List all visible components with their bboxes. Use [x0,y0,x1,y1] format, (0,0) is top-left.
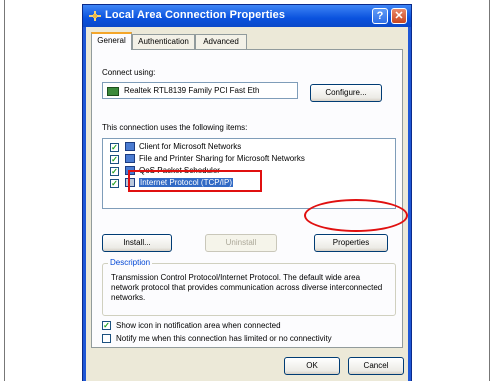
description-group: Description Transmission Control Protoco… [102,258,396,316]
list-item-file-sharing[interactable]: ✓ File and Printer Sharing for Microsoft… [103,153,395,165]
tab-authentication[interactable]: Authentication [132,34,195,49]
notify-label: Notify me when this connection has limit… [116,334,332,343]
tcpip-highlight-box [128,170,262,192]
item-label: File and Printer Sharing for Microsoft N… [139,154,305,163]
description-text: Transmission Control Protocol/Internet P… [111,273,383,302]
printer-sharing-icon [125,154,135,163]
items-label: This connection uses the following items… [102,123,248,132]
network-connection-icon [89,11,101,21]
item-checkbox[interactable]: ✓ [110,155,119,164]
tab-general[interactable]: General [91,32,132,50]
install-button[interactable]: Install... [102,234,172,252]
close-button[interactable]: ✕ [391,8,407,24]
configure-button[interactable]: Configure... [310,84,382,102]
help-button[interactable]: ? [372,8,388,24]
uninstall-button[interactable]: Uninstall [205,234,277,252]
description-legend: Description [108,258,153,267]
list-item-client[interactable]: ✓ Client for Microsoft Networks [103,141,395,153]
adapter-field: Realtek RTL8139 Family PCI Fast Eth [102,82,298,99]
tab-advanced[interactable]: Advanced [195,34,247,49]
properties-dialog: Local Area Connection Properties ? ✕ Gen… [82,4,412,381]
properties-button[interactable]: Properties [314,234,388,252]
show-icon-label: Show icon in notification area when conn… [116,321,281,330]
adapter-name: Realtek RTL8139 Family PCI Fast Eth [124,86,260,95]
item-checkbox[interactable]: ✓ [110,179,119,188]
connect-using-label: Connect using: [102,68,156,77]
properties-highlight-ellipse [304,199,408,232]
ok-button[interactable]: OK [284,357,340,375]
show-icon-checkbox[interactable]: ✓ [102,321,111,330]
window-title: Local Area Connection Properties [105,9,286,21]
network-adapter-icon [107,87,119,96]
client-icon [125,142,135,151]
item-label: Client for Microsoft Networks [139,142,242,151]
item-checkbox[interactable]: ✓ [110,167,119,176]
cancel-button[interactable]: Cancel [348,357,404,375]
title-bar[interactable]: Local Area Connection Properties ? ✕ [83,5,411,27]
item-checkbox[interactable]: ✓ [110,143,119,152]
notify-checkbox[interactable] [102,334,111,343]
